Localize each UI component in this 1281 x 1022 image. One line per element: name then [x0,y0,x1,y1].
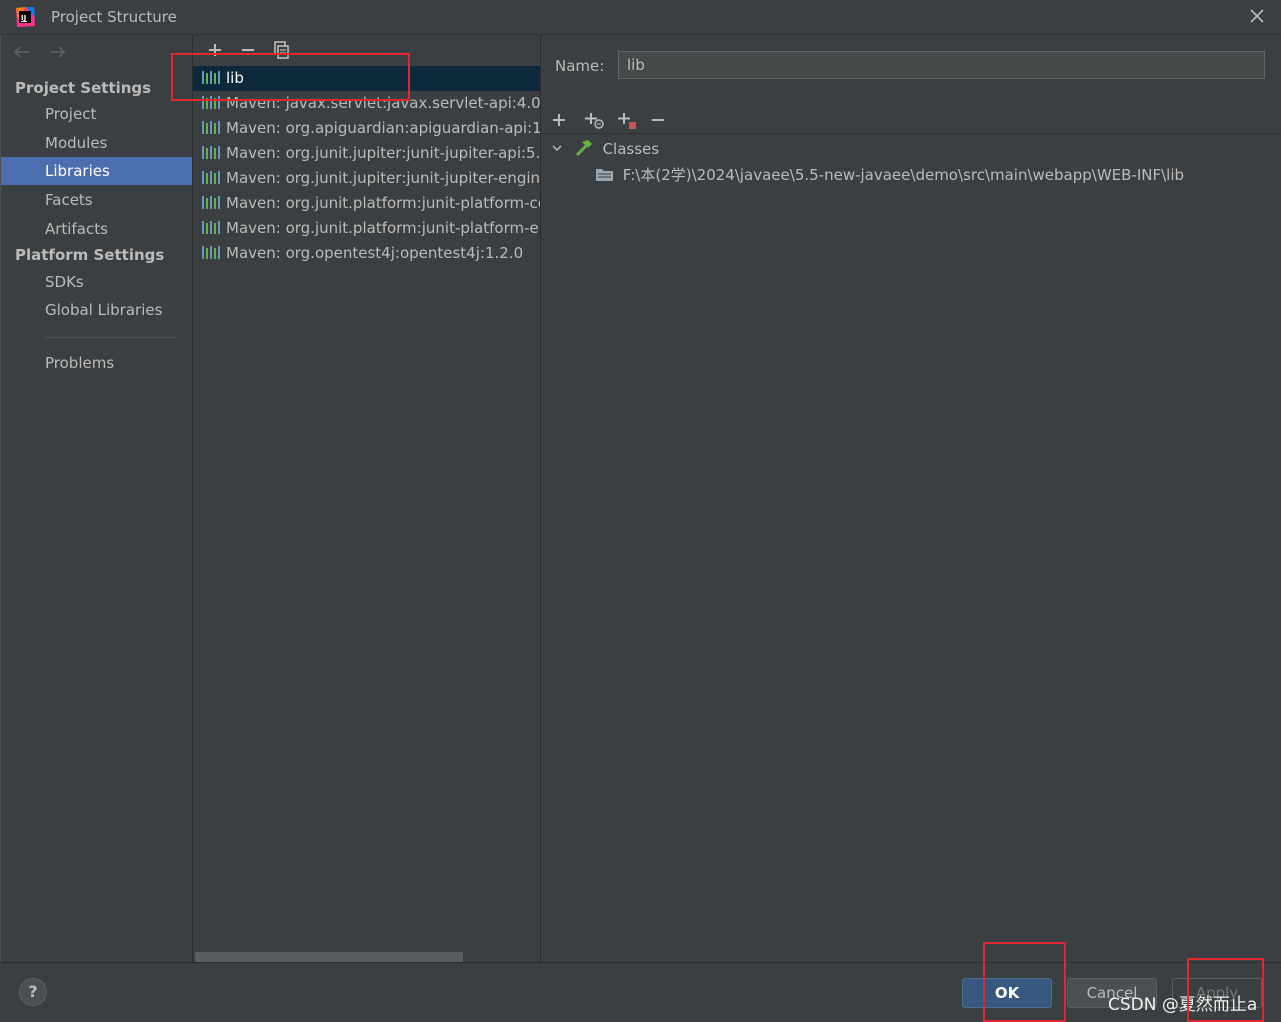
add-jar-icon[interactable] [615,109,639,131]
intellij-app-icon: IJ [16,7,35,27]
csdn-watermark: CSDN @夏然而止a [1108,995,1258,1015]
title-bar: IJ Project Structure [0,0,1281,34]
nav-item-modules[interactable]: Modules [1,129,193,157]
nav-item-facets[interactable]: Facets [1,186,193,214]
library-name-field[interactable] [618,51,1265,79]
dialog-button-bar: ? OK Cancel Apply [0,963,1281,1022]
library-item[interactable]: lib [193,66,541,91]
library-item-label: Maven: org.junit.jupiter:junit-jupiter-e… [226,169,541,187]
library-item[interactable]: Maven: org.junit.jupiter:junit-jupiter-a… [193,141,541,166]
libraries-toolbar [203,39,297,61]
classes-label: Classes [602,140,660,158]
library-item-label: Maven: org.junit.platform:junit-platform… [226,219,541,237]
name-label: Name: [555,57,605,75]
window-title: Project Structure [51,8,177,26]
library-item-label: Maven: javax.servlet:javax.servlet-api:4… [226,94,541,112]
settings-nav: Project Settings Project Modules Librari… [0,35,193,962]
remove-icon[interactable] [236,39,260,61]
help-button[interactable]: ? [19,978,47,1006]
classes-icon [575,140,592,157]
tree-node-lib-folder[interactable]: F:\本(2学)\2024\javaee\5.5-new-javaee\demo… [595,164,1184,185]
nav-section-project-settings: Project Settings [15,79,152,97]
libraries-panel: lib Maven: javax.servlet:javax.servlet-ap… [192,35,541,962]
ok-button[interactable]: OK [962,978,1052,1008]
library-icon [202,171,220,184]
svg-text:IJ: IJ [21,14,26,22]
libraries-list: lib Maven: javax.servlet:javax.servlet-ap… [193,66,541,266]
nav-arrows [11,43,76,63]
folder-icon [596,169,613,181]
library-icon [202,96,220,109]
add-attached-icon[interactable] [582,109,606,131]
library-icon [202,246,220,259]
chevron-down-icon[interactable] [551,142,563,154]
close-icon[interactable] [1247,6,1267,26]
add-icon[interactable] [549,109,573,131]
nav-item-problems[interactable]: Problems [1,349,193,377]
library-details-panel: Name: Classes F: [540,35,1281,962]
library-icon [202,196,220,209]
nav-item-libraries[interactable]: Libraries [1,157,193,185]
folder-path-label: F:\本(2学)\2024\javaee\5.5-new-javaee\demo… [622,166,1185,184]
forward-arrow-icon[interactable] [46,43,68,61]
library-icon [202,221,220,234]
nav-item-sdks[interactable]: SDKs [1,268,193,296]
tree-node-classes[interactable]: Classes [551,139,659,158]
nav-item-artifacts[interactable]: Artifacts [1,215,193,243]
tree-separator [541,133,1281,134]
library-item[interactable]: Maven: org.junit.platform:junit-platform… [193,191,541,216]
library-item[interactable]: Maven: org.junit.platform:junit-platform… [193,216,541,241]
library-item-label: Maven: org.apiguardian:apiguardian-api:1… [226,119,541,137]
nav-separator [45,337,175,338]
classes-toolbar [549,109,675,131]
library-item[interactable]: Maven: javax.servlet:javax.servlet-api:4… [193,91,541,116]
library-icon [202,146,220,159]
nav-item-global-libraries[interactable]: Global Libraries [1,296,193,324]
nav-item-project[interactable]: Project [1,100,193,128]
library-item[interactable]: Maven: org.opentest4j:opentest4j:1.2.0 [193,241,541,266]
library-item-label: lib [226,69,244,87]
remove-icon[interactable] [647,109,671,131]
copy-icon[interactable] [269,39,293,61]
library-icon [202,71,220,84]
library-item[interactable]: Maven: org.apiguardian:apiguardian-api:1… [193,116,541,141]
library-icon [202,121,220,134]
back-arrow-icon[interactable] [11,43,33,61]
library-item-label: Maven: org.junit.jupiter:junit-jupiter-a… [226,144,541,162]
library-item-label: Maven: org.junit.platform:junit-platform… [226,194,541,212]
library-item-label: Maven: org.opentest4j:opentest4j:1.2.0 [226,244,524,262]
library-item[interactable]: Maven: org.junit.jupiter:junit-jupiter-e… [193,166,541,191]
horizontal-scrollbar[interactable] [195,952,463,962]
nav-section-platform-settings: Platform Settings [15,246,165,264]
add-icon[interactable] [203,39,227,61]
